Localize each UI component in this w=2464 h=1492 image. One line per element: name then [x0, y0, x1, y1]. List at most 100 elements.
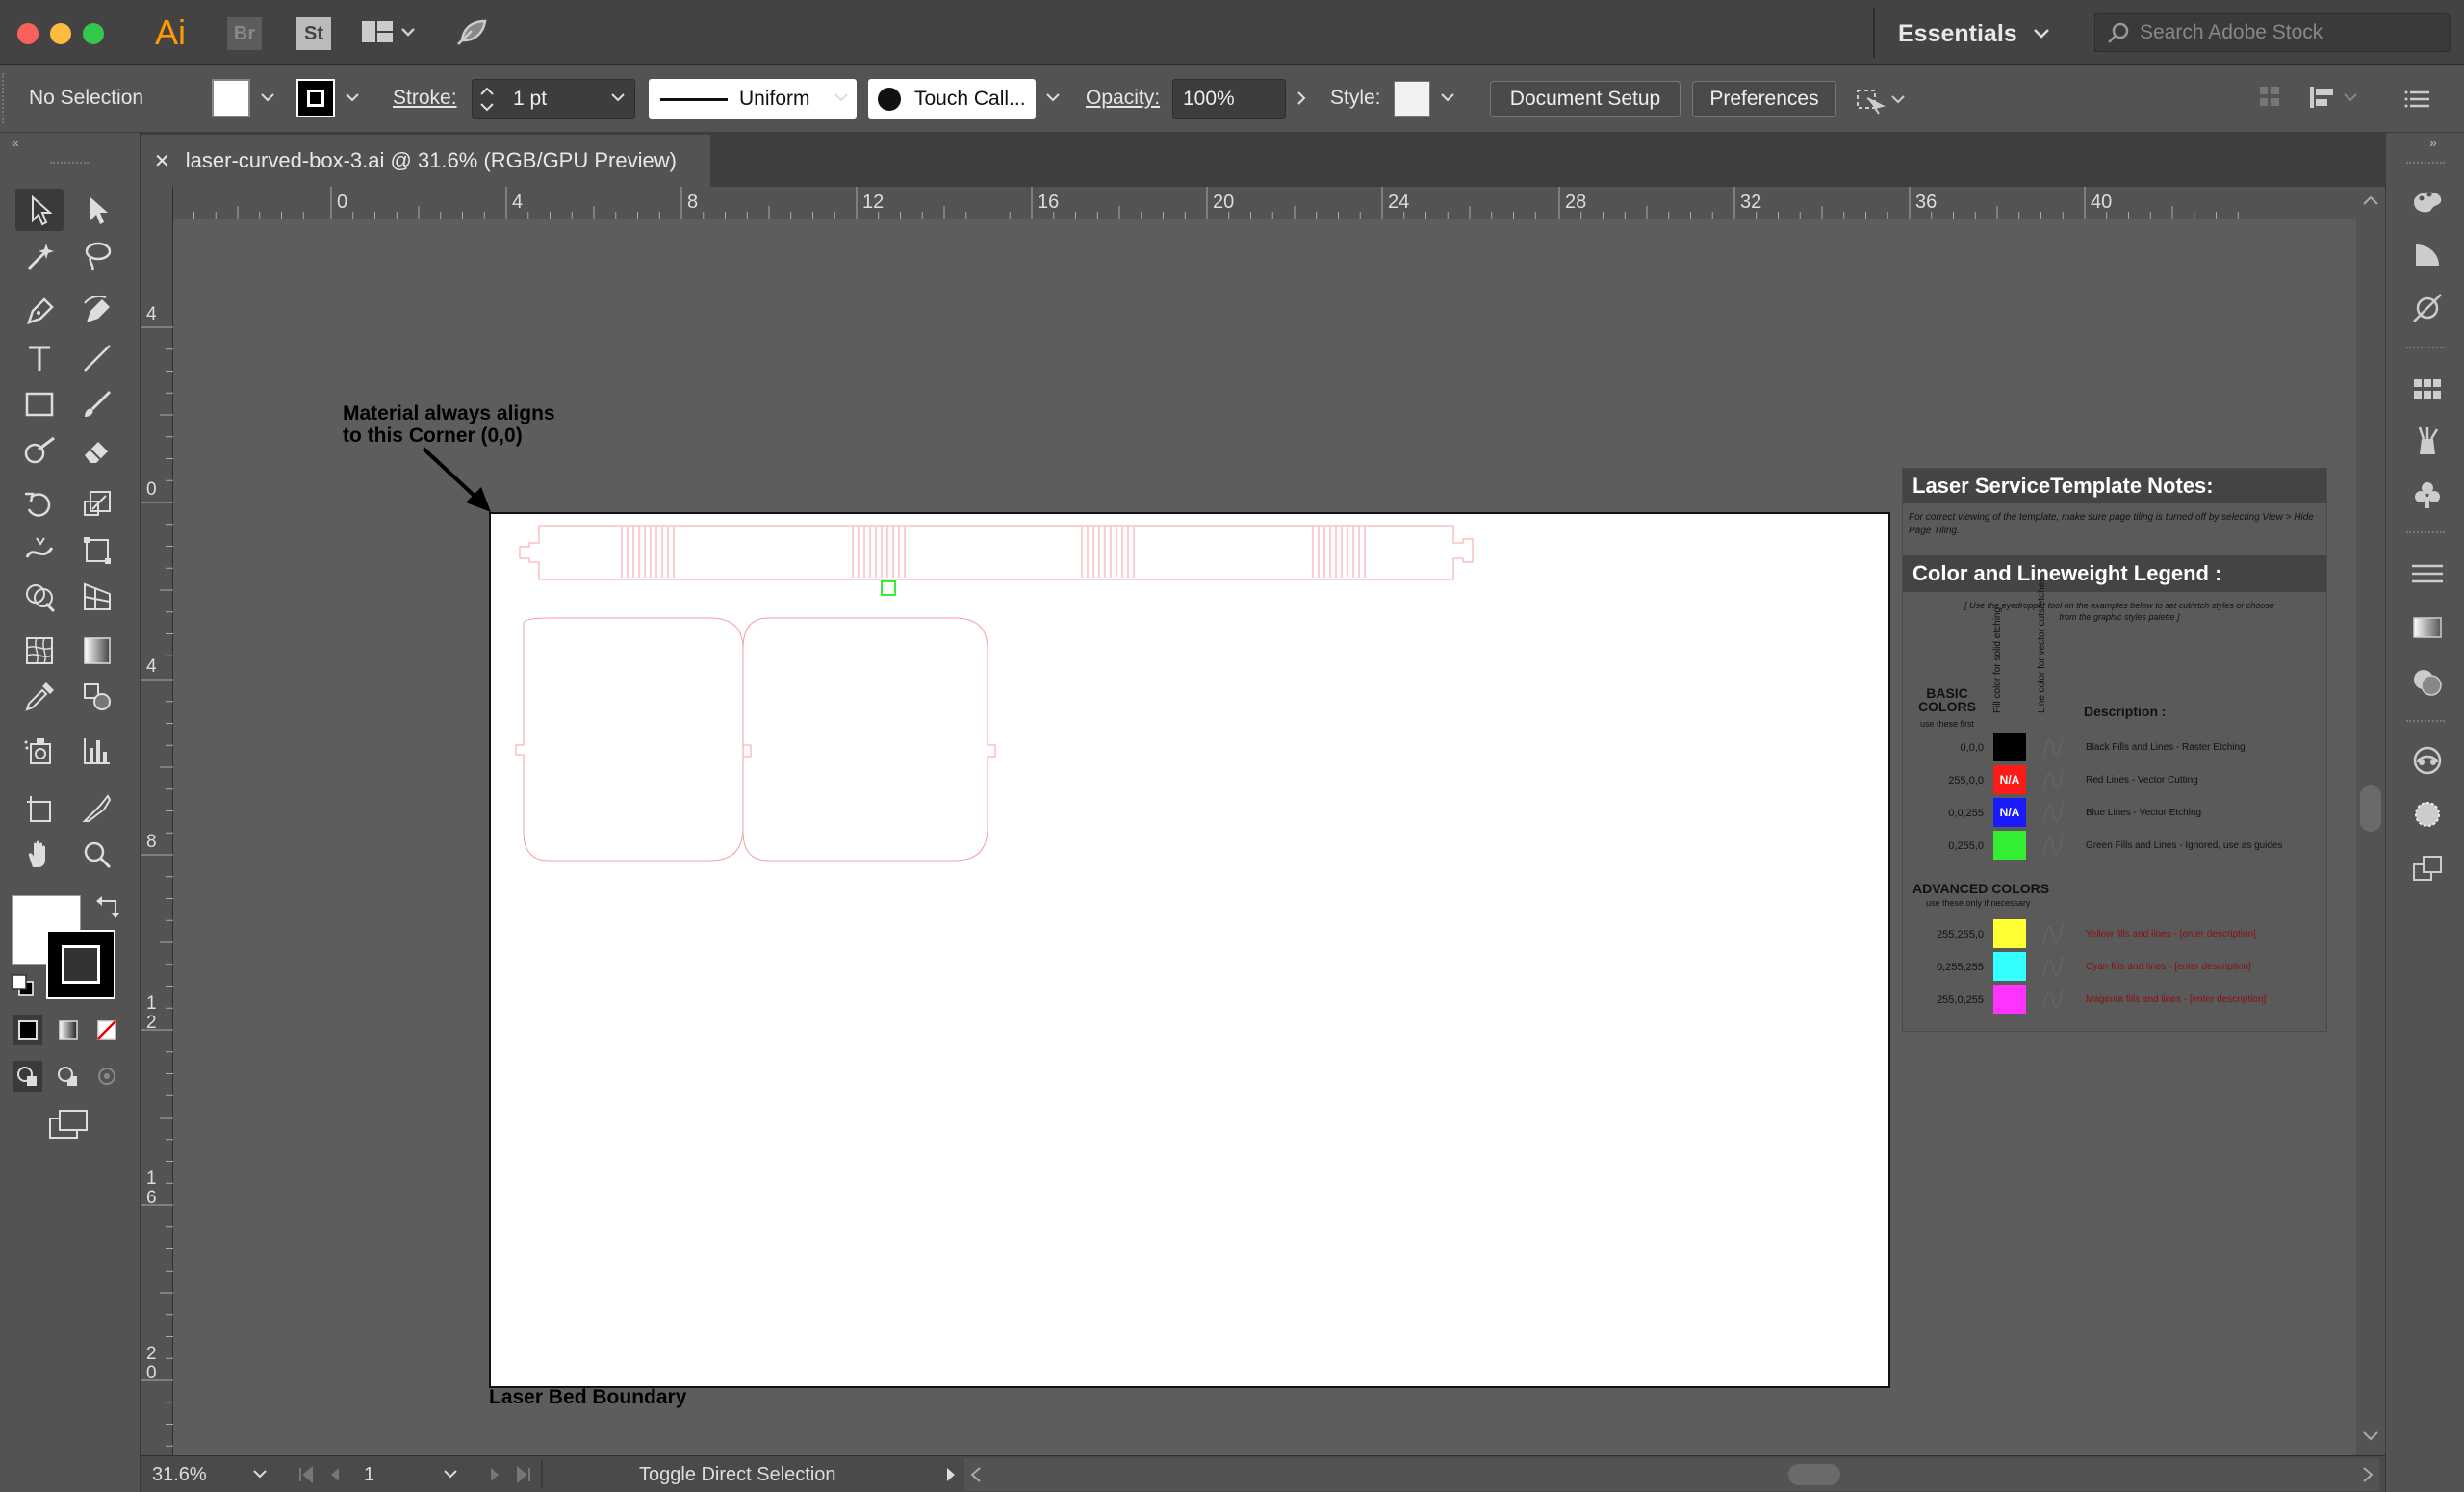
- eraser-tool[interactable]: [73, 429, 121, 472]
- minimize-window-button[interactable]: [50, 23, 71, 44]
- horizontal-scroll-thumb[interactable]: [1788, 1464, 1840, 1485]
- default-fill-stroke-icon[interactable]: [10, 972, 37, 999]
- rotate-tool[interactable]: [15, 483, 64, 526]
- previous-artboard-icon[interactable]: [325, 1464, 345, 1485]
- color-guide-icon[interactable]: [2406, 235, 2449, 273]
- selection-tool[interactable]: [15, 189, 64, 231]
- lasso-tool[interactable]: [73, 235, 121, 277]
- blend-tool[interactable]: [73, 676, 121, 718]
- stroke-panel-icon[interactable]: [2406, 554, 2449, 593]
- shape-builder-tool[interactable]: [15, 576, 64, 618]
- hand-tool[interactable]: [15, 834, 64, 876]
- vertical-scrollbar[interactable]: [2356, 187, 2385, 1455]
- none-mode-button[interactable]: [92, 1015, 121, 1045]
- document-tab[interactable]: ✕ laser-curved-box-3.ai @ 31.6% (RGB/GPU…: [141, 135, 710, 187]
- scroll-down-icon[interactable]: [2356, 1421, 2385, 1450]
- magic-wand-tool[interactable]: [15, 235, 64, 277]
- legend-line-sample[interactable]: [2038, 831, 2066, 860]
- perspective-grid-tool[interactable]: [73, 576, 121, 618]
- opacity-field[interactable]: 100%: [1172, 79, 1286, 119]
- symbols-panel-icon[interactable]: [2406, 476, 2449, 514]
- vertical-scroll-thumb[interactable]: [2360, 785, 2381, 832]
- legend-line-sample[interactable]: [2038, 952, 2066, 981]
- draw-normal-button[interactable]: [13, 1061, 42, 1092]
- color-mode-button[interactable]: [13, 1015, 42, 1045]
- ruler-origin[interactable]: [141, 187, 173, 219]
- gradient-mode-button[interactable]: [54, 1015, 83, 1045]
- legend-fill-swatch[interactable]: N/A: [1993, 765, 2026, 794]
- last-artboard-icon[interactable]: [512, 1464, 535, 1485]
- zoom-tool[interactable]: [73, 834, 121, 876]
- gradient-tool[interactable]: [73, 630, 121, 672]
- rectangle-tool[interactable]: [15, 383, 64, 425]
- stroke-label[interactable]: Stroke:: [393, 87, 457, 110]
- appearance-panel-icon[interactable]: [2406, 795, 2449, 834]
- swap-fill-stroke-icon[interactable]: [94, 893, 123, 920]
- legend-fill-swatch[interactable]: N/A: [1993, 798, 2026, 827]
- change-screen-mode-icon[interactable]: [46, 1107, 90, 1142]
- libraries-panel-icon[interactable]: [2406, 741, 2449, 780]
- opacity-expand-arrow[interactable]: [1290, 79, 1313, 117]
- artboard-number-dropdown-icon[interactable]: [441, 1466, 460, 1483]
- brush-definition-select[interactable]: Touch Call...: [868, 79, 1036, 119]
- legend-line-sample[interactable]: [2038, 798, 2066, 827]
- draw-behind-button[interactable]: [54, 1061, 83, 1092]
- slice-tool[interactable]: [73, 787, 121, 830]
- arrange-documents-icon[interactable]: [360, 17, 420, 50]
- zoom-level-field[interactable]: 31.6%: [146, 1460, 252, 1489]
- direct-selection-tool[interactable]: [73, 189, 121, 231]
- graphic-style-swatch[interactable]: [1394, 81, 1430, 117]
- paintbrush-tool[interactable]: [73, 383, 121, 425]
- legend-fill-swatch[interactable]: [1993, 733, 2026, 761]
- stroke-swatch[interactable]: [296, 79, 335, 117]
- artboards-panel-icon[interactable]: [2406, 849, 2449, 887]
- fill-dropdown[interactable]: [256, 79, 279, 117]
- legend-fill-swatch[interactable]: [1993, 831, 2026, 860]
- pen-tool[interactable]: [15, 289, 64, 331]
- stroke-swatch-dropdown[interactable]: [341, 79, 364, 117]
- first-artboard-icon[interactable]: [295, 1464, 318, 1485]
- swatches-panel-icon[interactable]: [2406, 370, 2449, 408]
- close-tab-icon[interactable]: ✕: [154, 149, 170, 173]
- symbol-sprayer-tool[interactable]: [15, 730, 64, 772]
- legend-fill-swatch[interactable]: [1993, 919, 2026, 948]
- legend-line-sample[interactable]: [2038, 985, 2066, 1014]
- feather-icon[interactable]: [452, 15, 491, 50]
- legend-fill-swatch[interactable]: [1993, 952, 2026, 981]
- transparency-panel-icon[interactable]: [2406, 662, 2449, 701]
- horizontal-ruler[interactable]: 40481216202428323640: [173, 187, 2356, 219]
- draw-inside-button[interactable]: [92, 1061, 121, 1092]
- brush-dropdown[interactable]: [1041, 79, 1065, 117]
- status-menu-icon[interactable]: [941, 1464, 961, 1485]
- artboard-number-field[interactable]: 1: [358, 1460, 425, 1489]
- artboard[interactable]: [489, 512, 1890, 1388]
- next-artboard-icon[interactable]: [485, 1464, 504, 1485]
- workspace-switcher[interactable]: Essentials: [1898, 17, 2056, 50]
- graphic-style-dropdown[interactable]: [1436, 79, 1459, 117]
- color-panel-icon[interactable]: [2406, 181, 2449, 219]
- legend-line-sample[interactable]: [2038, 765, 2066, 794]
- zoom-dropdown-icon[interactable]: [250, 1466, 270, 1483]
- expand-dock-icon[interactable]: »: [2429, 135, 2451, 150]
- eyedropper-tool[interactable]: [15, 676, 64, 718]
- legend-line-sample[interactable]: [2038, 919, 2066, 948]
- scroll-right-icon[interactable]: [2356, 1462, 2379, 1487]
- mesh-tool[interactable]: [15, 630, 64, 672]
- scroll-left-icon[interactable]: [964, 1462, 988, 1487]
- artboard-tool[interactable]: [15, 787, 64, 830]
- align-grid-icon[interactable]: [2258, 83, 2283, 112]
- bridge-app-button[interactable]: Br: [227, 17, 262, 50]
- stroke-color-box[interactable]: [46, 930, 116, 999]
- panel-menu-icon[interactable]: [2402, 83, 2437, 114]
- document-setup-button[interactable]: Document Setup: [1490, 81, 1681, 117]
- legend-fill-swatch[interactable]: [1993, 985, 2026, 1014]
- collapse-panel-icon[interactable]: «: [12, 135, 33, 150]
- opacity-label[interactable]: Opacity:: [1086, 87, 1160, 110]
- stroke-weight-stepper[interactable]: [475, 81, 499, 117]
- brushes-panel-icon[interactable]: [2406, 422, 2449, 460]
- stock-app-button[interactable]: St: [296, 17, 331, 50]
- type-tool[interactable]: [15, 337, 64, 379]
- transform-icon[interactable]: [2306, 81, 2364, 114]
- curvature-tool[interactable]: [73, 289, 121, 331]
- variable-width-profile-select[interactable]: Uniform: [649, 79, 857, 119]
